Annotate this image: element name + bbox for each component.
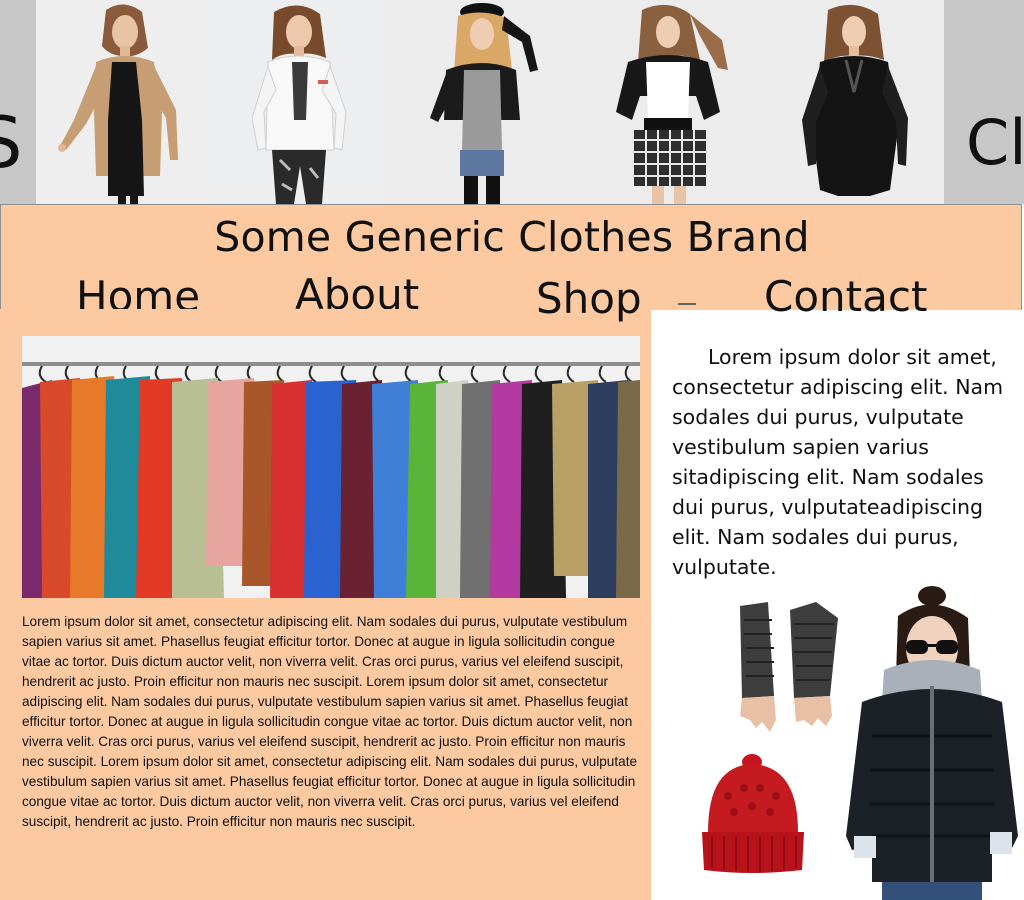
- model-photo-5: [766, 0, 944, 204]
- nav-separator: [678, 303, 696, 305]
- nav-shop[interactable]: Shop: [536, 274, 642, 323]
- fashion-model-icon: [36, 0, 210, 204]
- hero-edge-text-left: S: [0, 102, 23, 184]
- brand-title: Some Generic Clothes Brand: [214, 213, 810, 261]
- fashion-model-icon: [572, 0, 766, 204]
- gloves-product-photo: [734, 600, 842, 740]
- model-photo-3: [384, 0, 572, 204]
- hero-banner: S Cl: [0, 0, 1024, 204]
- garments: [22, 376, 640, 598]
- main-body-text: Lorem ipsum dolor sit amet, consectetur …: [22, 614, 638, 829]
- hero-edge-text-right: Cl: [966, 106, 1024, 179]
- plaid-skirt: [634, 130, 706, 186]
- fashion-model-icon: [210, 0, 384, 204]
- knit-beanie-icon: [694, 748, 810, 878]
- beanie-product-photo: [694, 748, 810, 878]
- model-photo-1: [36, 0, 210, 204]
- model-photo-4: [572, 0, 766, 204]
- jacket-product-photo: [842, 586, 1022, 900]
- fingerless-gloves-icon: [734, 600, 842, 740]
- page: S Cl Some Generic Clothes Brand Home Abo…: [0, 0, 1024, 900]
- fashion-model-icon: [384, 0, 572, 204]
- model-photo-2: [210, 0, 384, 204]
- nav-contact[interactable]: Contact: [764, 272, 927, 321]
- side-paragraph: Lorem ipsum dolor sit amet, consectetur …: [672, 345, 1004, 579]
- clothes-rack-icon: [22, 336, 640, 598]
- fashion-model-icon: [766, 0, 944, 204]
- clothes-rack-photo: [22, 336, 640, 598]
- puffer-jacket-icon: [842, 586, 1022, 900]
